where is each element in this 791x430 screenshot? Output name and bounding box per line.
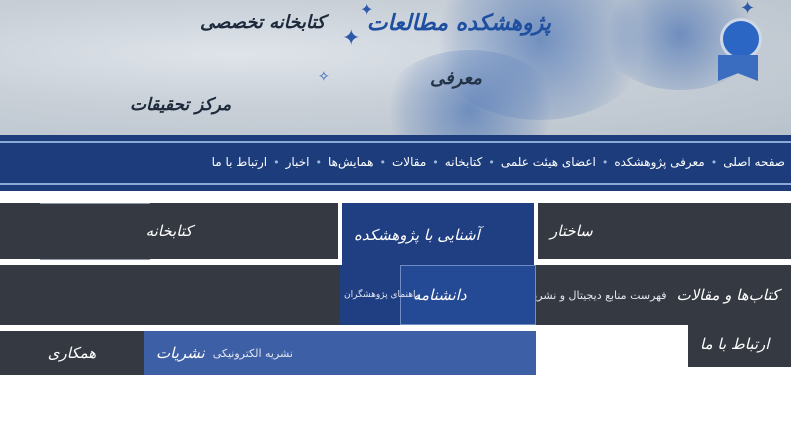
nav-link-library[interactable]: کتابخانه: [445, 155, 483, 169]
nav-link-faculty[interactable]: اعضای هیئت علمی: [501, 155, 596, 169]
menu-item-label: کتابخانه: [145, 222, 193, 240]
emblem-icon: [720, 18, 762, 60]
menu-item-structure[interactable]: ساختار: [538, 203, 791, 259]
menu-item-researchers-guide[interactable]: راهنمای پژوهشگران: [340, 265, 420, 325]
site-secondary-title: کتابخانه تخصصی: [200, 12, 326, 33]
menu-item-description: نشریه الکترونیکی: [212, 346, 293, 360]
menu-item-publications[interactable]: نشریه الکترونیکی نشریات: [144, 331, 536, 375]
header-banner: ✦ ✦ ✧ ✦ پژوهشکده مطالعات کتابخانه تخصصی …: [0, 0, 791, 135]
star-ornament-icon: ✦: [740, 0, 756, 19]
nav-separator: •: [432, 155, 439, 169]
menu-item-introduction[interactable]: آشنایی با پژوهشکده: [342, 203, 534, 267]
nav-link-home[interactable]: صفحه اصلی: [723, 155, 785, 169]
menu-item-label: ساختار: [550, 222, 593, 240]
main-navigation: صفحه اصلی • معرفی پژوهشکده • اعضای هیئت …: [0, 135, 791, 191]
menu-item-label: دانشنامه: [413, 286, 467, 304]
nav-top-rule: [0, 141, 791, 143]
divider: [40, 259, 150, 260]
nav-separator: •: [315, 155, 322, 169]
menu-item-contact[interactable]: ارتباط با ما: [688, 321, 791, 367]
star-ornament-icon: ✦: [342, 26, 361, 51]
menu-item-cooperation[interactable]: همکاری: [0, 331, 144, 375]
menu-item-label: کتاب‌ها و مقالات: [676, 286, 780, 304]
nav-link-conferences[interactable]: همایش‌ها: [328, 155, 374, 169]
nav-separator: •: [379, 155, 387, 169]
site-title: پژوهشکده مطالعات: [366, 10, 551, 36]
nav-link-contact[interactable]: ارتباط با ما: [212, 155, 268, 169]
site-subtitle: معرفی: [430, 68, 482, 89]
menu-item-label: نشریات: [156, 344, 205, 362]
emblem-ribbon-icon: [718, 55, 758, 81]
nav-separator: •: [488, 155, 495, 169]
star-ornament-icon: ✧: [318, 69, 330, 85]
menu-item-label: ارتباط با ما: [700, 335, 770, 353]
menu-grid: ساختار آشنایی با پژوهشکده کتابخانه کتاب‌…: [0, 195, 791, 430]
nav-link-news[interactable]: اخبار: [286, 155, 310, 169]
divider: [40, 203, 150, 204]
site-tagline: مرکز تحقیقات: [130, 95, 232, 115]
nav-link-articles[interactable]: مقالات: [392, 155, 426, 169]
menu-item-library[interactable]: کتابخانه: [0, 203, 338, 259]
menu-item-encyclopedia[interactable]: دانشنامه: [400, 265, 536, 325]
nav-links: صفحه اصلی • معرفی پژوهشکده • اعضای هیئت …: [0, 149, 791, 175]
nav-link-about[interactable]: معرفی پژوهشکده: [614, 155, 704, 169]
nav-separator: •: [710, 155, 718, 169]
menu-item-description: راهنمای پژوهشگران: [344, 290, 420, 300]
menu-item-label: همکاری: [47, 344, 97, 362]
nav-separator: •: [601, 155, 609, 169]
nav-bottom-rule: [0, 183, 791, 185]
nav-separator: •: [273, 155, 280, 169]
menu-item-label: آشنایی با پژوهشکده: [354, 226, 480, 244]
